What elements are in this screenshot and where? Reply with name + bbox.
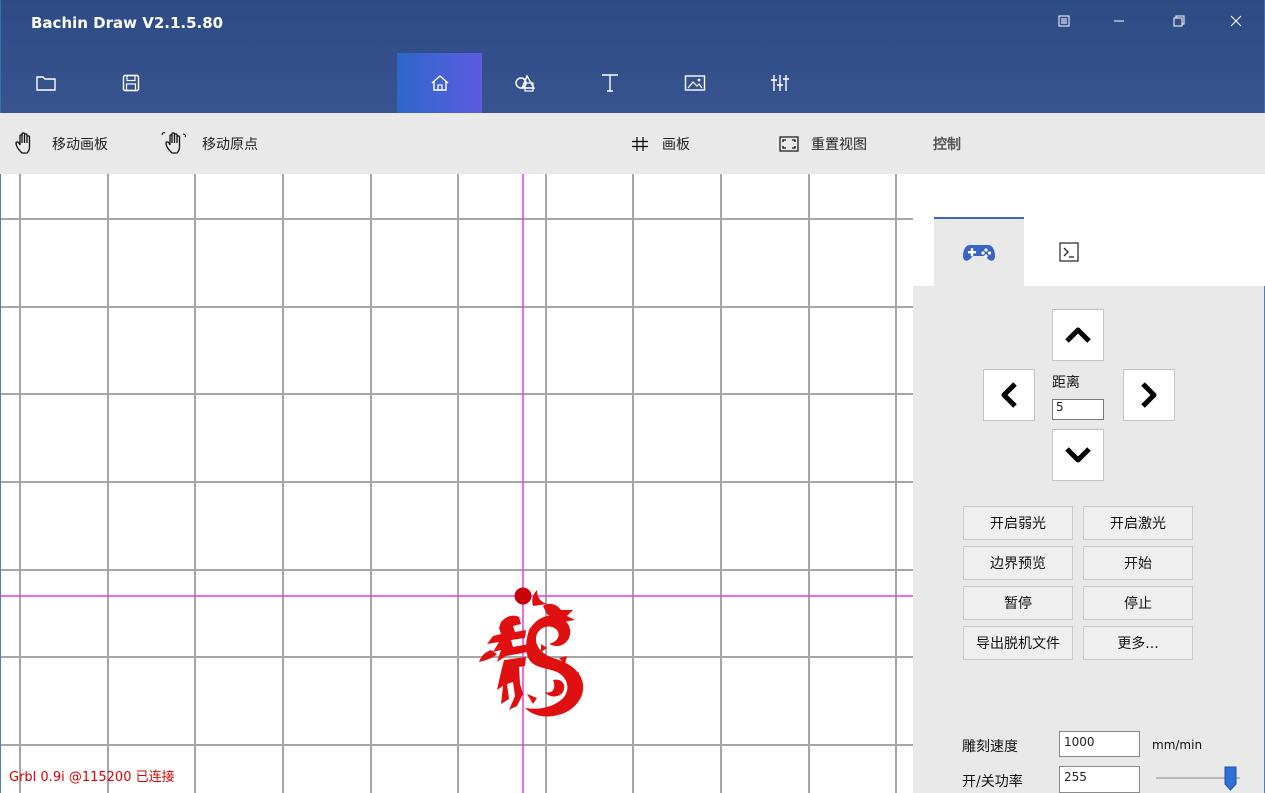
move-board-button[interactable]: 移动画板 [12, 113, 108, 174]
jog-right-button[interactable] [1123, 369, 1175, 421]
image-icon [684, 75, 705, 91]
speed-unit: mm/min [1152, 738, 1203, 752]
text-icon [601, 74, 618, 92]
laser-on-button[interactable]: 开启激光 [1083, 506, 1193, 540]
origin-marker [514, 587, 532, 605]
chevron-down-icon [1065, 447, 1091, 463]
power-input[interactable]: 255 [1059, 766, 1140, 793]
home-icon [431, 75, 448, 91]
chevron-left-icon [1001, 382, 1017, 408]
save-file-button[interactable] [88, 53, 173, 113]
hand-icon [15, 131, 31, 154]
open-file-button[interactable] [3, 53, 88, 113]
connection-status: Grbl 0.9i @115200 已连接 [9, 770, 175, 785]
tab-console[interactable] [1024, 217, 1114, 286]
tab-home[interactable] [397, 53, 482, 113]
export-offline-button[interactable]: 导出脱机文件 [963, 626, 1073, 660]
move-board-label: 移动画板 [52, 136, 108, 153]
settings-sliders-icon [770, 75, 789, 91]
move-origin-button[interactable]: 移动原点 [160, 113, 258, 174]
close-button[interactable] [1216, 6, 1256, 36]
chevron-right-icon [1141, 382, 1157, 408]
folder-icon [35, 76, 56, 91]
terminal-icon [1059, 241, 1079, 262]
canvas-toolbar: 移动画板 移动原点 画板 重置视图 [0, 113, 913, 174]
power-label: 开/关功率 [962, 774, 1023, 790]
weak-light-button[interactable]: 开启弱光 [963, 506, 1073, 540]
board-label: 画板 [662, 136, 690, 153]
tab-settings[interactable] [737, 53, 822, 113]
pause-button[interactable]: 暂停 [963, 586, 1073, 620]
tab-control[interactable] [934, 217, 1024, 286]
fit-view-icon [779, 135, 799, 152]
reset-view-button[interactable]: 重置视图 [779, 113, 867, 174]
panel-title: 控制 [913, 113, 1265, 174]
minimize-button[interactable] [1099, 6, 1139, 36]
reset-view-label: 重置视图 [811, 136, 867, 153]
more-button[interactable]: 更多... [1083, 626, 1193, 660]
hand-origin-icon [161, 131, 186, 154]
shapes-icon [514, 74, 535, 92]
tab-text[interactable] [567, 53, 652, 113]
chevron-up-icon [1065, 327, 1091, 343]
app-title: Bachin Draw V2.1.5.80 [31, 14, 224, 32]
speed-label: 雕刻速度 [962, 739, 1018, 755]
menu-icon[interactable] [1044, 6, 1084, 36]
distance-label: 距离 [1052, 375, 1080, 391]
title-bar: Bachin Draw V2.1.5.80 [0, 0, 1265, 113]
jog-down-button[interactable] [1052, 429, 1104, 481]
dragon-artwork [479, 590, 584, 717]
jog-left-button[interactable] [983, 369, 1035, 421]
power-slider-thumb[interactable] [1224, 766, 1237, 791]
tab-image[interactable] [652, 53, 737, 113]
drawing-canvas[interactable]: Grbl 0.9i @115200 已连接 [0, 174, 913, 793]
grid-icon [632, 136, 648, 151]
board-button[interactable]: 画板 [630, 113, 690, 174]
move-origin-label: 移动原点 [202, 136, 258, 153]
tab-shapes[interactable] [482, 53, 567, 113]
restore-button[interactable] [1159, 6, 1199, 36]
stop-button[interactable]: 停止 [1083, 586, 1193, 620]
start-button[interactable]: 开始 [1083, 546, 1193, 580]
canvas-grid [1, 174, 913, 793]
distance-input[interactable]: 5 [1052, 399, 1104, 420]
speed-input[interactable]: 1000 [1059, 731, 1140, 757]
boundary-preview-button[interactable]: 边界预览 [963, 546, 1073, 580]
gamepad-icon [963, 244, 995, 261]
jog-up-button[interactable] [1052, 309, 1104, 361]
save-icon [122, 74, 139, 92]
